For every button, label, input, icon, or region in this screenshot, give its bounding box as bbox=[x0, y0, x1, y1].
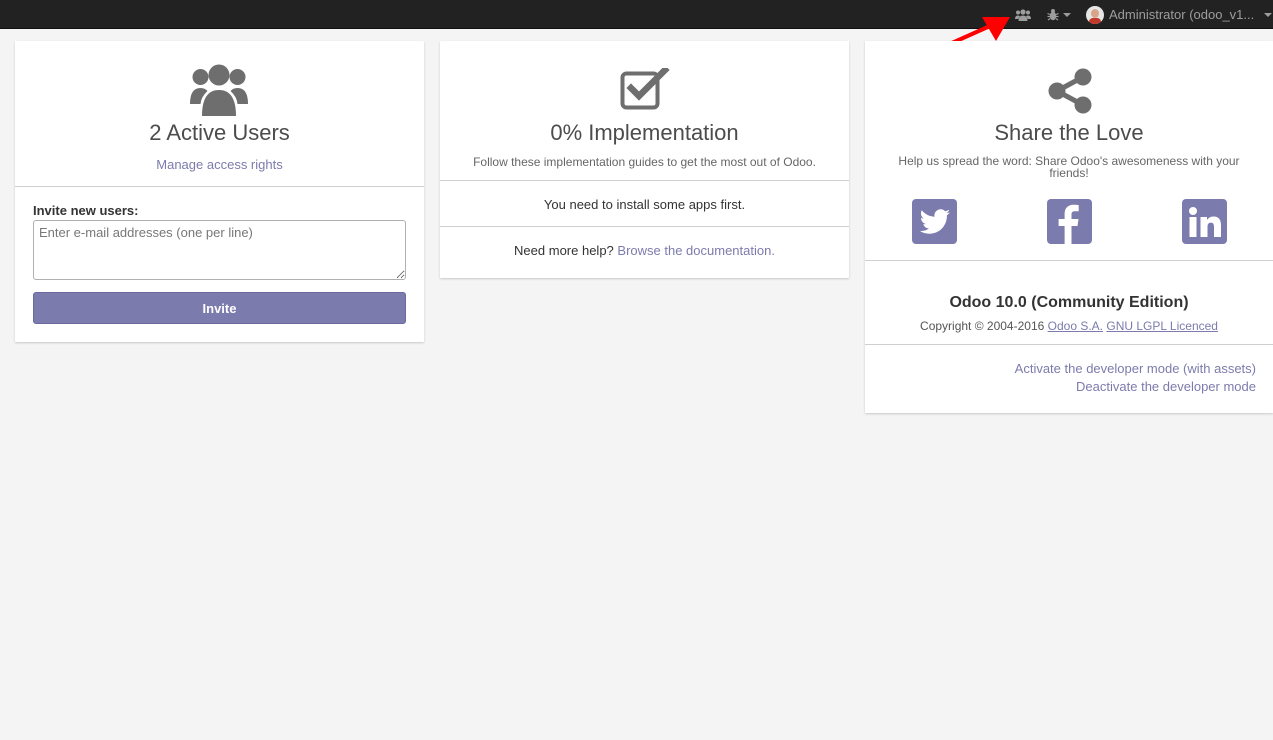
odoo-sa-link[interactable]: Odoo S.A. bbox=[1048, 319, 1103, 333]
invite-email-input[interactable] bbox=[33, 220, 406, 280]
facebook-button[interactable] bbox=[1047, 199, 1092, 244]
facebook-icon bbox=[1058, 204, 1079, 244]
active-users-title: 2 Active Users bbox=[149, 120, 290, 145]
license-link[interactable]: GNU LGPL Licenced bbox=[1106, 319, 1218, 333]
share-title: Share the Love bbox=[994, 120, 1144, 145]
invite-label: Invite new users: bbox=[33, 203, 139, 218]
bug-icon bbox=[1047, 9, 1059, 21]
implementation-panel: 0% Implementation Follow these implement… bbox=[440, 41, 849, 278]
help-text: Need more help? Browse the documentation… bbox=[440, 243, 849, 258]
share-subtitle: Help us spread the word: Share Odoo's aw… bbox=[898, 154, 1240, 180]
user-name: Administrator (odoo_v1... bbox=[1109, 7, 1255, 22]
copyright: Copyright © 2004-2016 Odoo S.A. GNU LGPL… bbox=[865, 319, 1273, 333]
caret-down-icon bbox=[1063, 12, 1071, 17]
divider bbox=[440, 226, 849, 227]
implementation-title: 0% Implementation bbox=[550, 120, 739, 145]
invite-button[interactable]: Invite bbox=[33, 292, 406, 324]
version-label: Odoo 10.0 (Community Edition) bbox=[949, 294, 1189, 311]
checkbox-icon bbox=[620, 68, 670, 110]
share-icon bbox=[1048, 68, 1092, 114]
implementation-subtitle: Follow these implementation guides to ge… bbox=[473, 155, 816, 169]
apps-notice: You need to install some apps first. bbox=[543, 197, 746, 212]
manage-access-rights-link[interactable]: Manage access rights bbox=[156, 157, 282, 172]
users-icon bbox=[190, 64, 248, 116]
divider bbox=[865, 344, 1273, 345]
divider bbox=[440, 180, 849, 181]
twitter-icon bbox=[919, 208, 950, 234]
divider bbox=[865, 260, 1273, 261]
share-panel: Share the Love Help us spread the word: … bbox=[865, 41, 1273, 413]
debug-menu-button[interactable] bbox=[1043, 0, 1075, 29]
twitter-button[interactable] bbox=[912, 199, 957, 244]
help-prefix: Need more help? bbox=[514, 243, 614, 258]
linkedin-button[interactable] bbox=[1182, 199, 1227, 244]
browse-documentation-link[interactable]: Browse the documentation. bbox=[617, 243, 775, 258]
copyright-prefix: Copyright © 2004-2016 bbox=[920, 319, 1045, 333]
users-icon[interactable] bbox=[1013, 0, 1033, 29]
caret-down-icon bbox=[1264, 12, 1272, 17]
linkedin-icon bbox=[1188, 206, 1221, 237]
deactivate-developer-mode-link[interactable]: Deactivate the developer mode bbox=[1076, 379, 1256, 394]
avatar bbox=[1086, 5, 1104, 24]
activate-developer-mode-assets-link[interactable]: Activate the developer mode (with assets… bbox=[1015, 361, 1256, 376]
divider bbox=[15, 186, 424, 187]
user-menu[interactable]: Administrator (odoo_v1... bbox=[1086, 0, 1273, 29]
active-users-panel: 2 Active Users Manage access rights Invi… bbox=[15, 41, 424, 342]
top-navbar: Administrator (odoo_v1... bbox=[0, 0, 1273, 29]
